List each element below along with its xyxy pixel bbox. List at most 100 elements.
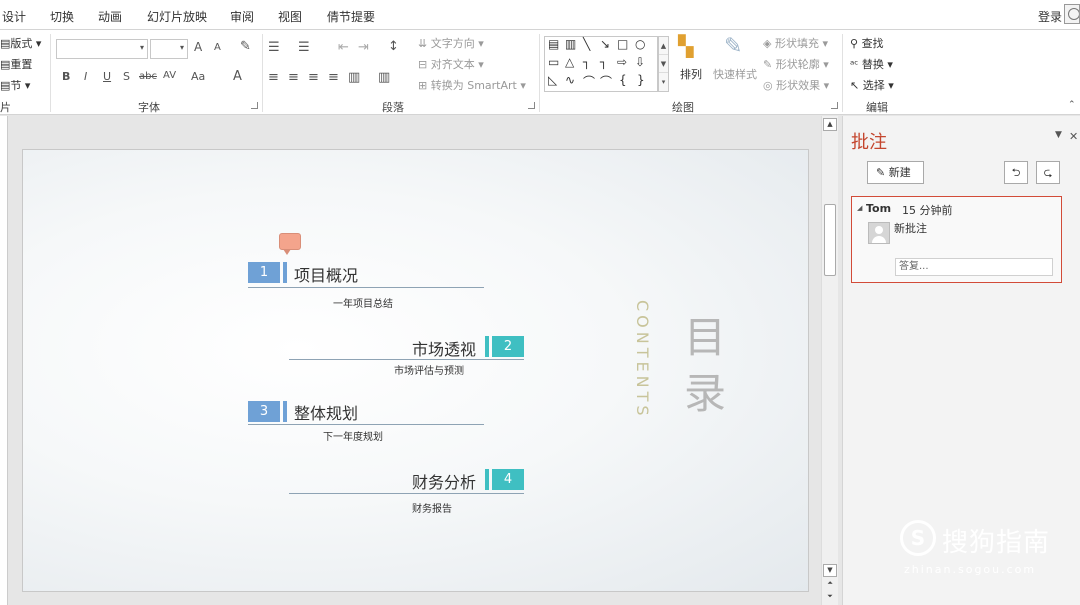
line-spacing-icon[interactable]: ↕ (388, 39, 399, 54)
arc2-shape-icon[interactable]: ⌒ (600, 73, 612, 90)
align-right-icon[interactable]: ≡ (308, 70, 319, 85)
shape-effects-button[interactable]: ◎ 形状效果 ▾ (763, 77, 829, 93)
decrease-indent-icon[interactable]: ⇤ (338, 40, 349, 55)
tab-slideshow[interactable]: 幻灯片放映 (147, 8, 207, 25)
previous-comment-icon[interactable]: ⮌ (1004, 161, 1028, 184)
watermark-url: zhinan.sogou.com (904, 563, 1037, 576)
tab-design[interactable]: 设计 (2, 8, 26, 25)
user-avatar-icon[interactable] (1064, 4, 1080, 24)
change-case-button[interactable]: Aa (191, 70, 205, 83)
select-label: 选择 (862, 79, 885, 92)
freeform-shape-icon[interactable]: ◺ (548, 73, 557, 87)
rectangle-shape-icon[interactable]: □ (617, 37, 628, 51)
comment-text[interactable]: 新批注 (894, 220, 927, 236)
align-left-icon[interactable]: ≡ (268, 70, 279, 85)
convert-smartart-button[interactable]: ⊞ 转换为 SmartArt ▾ (418, 77, 526, 93)
shape-outline-button[interactable]: ✎ 形状轮廓 ▾ (763, 56, 829, 72)
align-text-button[interactable]: ⊟ 对齐文本 ▾ (418, 56, 484, 72)
increase-indent-icon[interactable]: ⇥ (358, 40, 369, 55)
scroll-up-icon[interactable]: ▲ (823, 118, 837, 131)
paragraph-dialog-launcher-icon[interactable] (528, 102, 535, 109)
down-arrow-shape-icon[interactable]: ⇩ (635, 55, 645, 69)
scroll-thumb[interactable] (824, 204, 836, 276)
collapse-ribbon-icon[interactable]: ⌃ (1068, 100, 1076, 110)
distribute-icon[interactable]: ▥ (348, 70, 360, 85)
comment-marker-icon[interactable] (279, 233, 301, 255)
select-button[interactable]: ↖ 选择 ▾ (850, 77, 894, 93)
gallery-up-icon[interactable]: ▲ (659, 37, 668, 55)
reply-input[interactable]: 答复... (895, 258, 1053, 276)
left-brace-shape-icon[interactable]: { (619, 73, 627, 87)
gallery-more-icon[interactable]: ▾ (659, 73, 668, 91)
arrow-shape-icon[interactable]: ↘ (600, 37, 610, 51)
reset-button[interactable]: ▤重置 (0, 56, 32, 72)
shapes-gallery[interactable]: ▤ ▥ ╲ ↘ □ ○ ▭ △ ┐ ┐ ⇨ ⇩ ◺ ∿ ⌒ ⌒ { } (544, 36, 658, 92)
drawing-dialog-launcher-icon[interactable] (831, 102, 838, 109)
strikethrough-button[interactable]: abc (139, 71, 157, 82)
section-button[interactable]: ▤节 ▾ (0, 77, 30, 93)
comment-card[interactable]: ◢ Tom 15 分钟前 新批注 答复... (851, 196, 1062, 283)
item-title: 财务分析 (412, 473, 477, 492)
font-size-select[interactable]: ▾ (150, 39, 188, 59)
bullets-icon[interactable]: ☰ (268, 40, 280, 55)
font-color-button[interactable]: A (233, 69, 242, 84)
vertical-textbox-shape-icon[interactable]: ▥ (565, 37, 576, 51)
text-shadow-button[interactable]: S (123, 70, 130, 83)
thumbnail-pane-edge[interactable] (0, 116, 8, 605)
numbering-icon[interactable]: ☰ (298, 40, 310, 55)
tab-animations[interactable]: 动画 (98, 8, 122, 25)
oval-shape-icon[interactable]: ○ (635, 37, 645, 51)
new-comment-button[interactable]: ✎ 新建 (867, 161, 924, 184)
right-brace-shape-icon[interactable]: } (637, 73, 645, 87)
layout-button[interactable]: ▤版式 ▾ (0, 35, 41, 51)
login-link[interactable]: 登录 (1038, 8, 1062, 25)
next-slide-icon[interactable]: ⏷ (823, 591, 837, 604)
tab-transitions[interactable]: 切换 (50, 8, 74, 25)
elbow-arrow-shape-icon[interactable]: ┐ (600, 55, 607, 69)
close-pane-icon[interactable]: ✕ (1069, 130, 1078, 143)
tab-review[interactable]: 审阅 (230, 8, 254, 25)
gallery-down-icon[interactable]: ▼ (659, 55, 668, 73)
font-group-label: 字体 (138, 101, 160, 114)
find-button[interactable]: ⚲ 查找 (850, 35, 884, 51)
item-title: 市场透视 (412, 340, 477, 359)
shape-fill-button[interactable]: ◈ 形状填充 ▾ (763, 35, 828, 51)
scroll-down-icon[interactable]: ▼ (823, 564, 837, 577)
font-dialog-launcher-icon[interactable] (251, 102, 258, 109)
shapes-gallery-scroll[interactable]: ▲ ▼ ▾ (658, 36, 669, 92)
columns-icon[interactable]: ▥ (378, 70, 390, 85)
comment-author: Tom (866, 202, 892, 215)
replace-button[interactable]: ᵃᶜ 替换 ▾ (850, 56, 893, 72)
char-spacing-button[interactable]: AV (163, 70, 176, 81)
shrink-font-icon[interactable]: A (214, 42, 221, 53)
clear-format-icon[interactable]: ✎ (240, 39, 251, 54)
text-direction-button[interactable]: ⇊ 文字方向 ▾ (418, 35, 484, 51)
ribbon-tab-bar: 设计 切换 动画 幻灯片放映 审阅 视图 倩节提要 登录 (0, 0, 1080, 30)
bold-button[interactable]: B (62, 70, 70, 83)
triangle-shape-icon[interactable]: △ (565, 55, 574, 69)
grow-font-icon[interactable]: A (194, 40, 202, 54)
arrange-button[interactable]: 排列 (680, 66, 702, 82)
elbow-connector-shape-icon[interactable]: ┐ (583, 55, 590, 69)
underline-button[interactable]: U (103, 70, 111, 83)
pane-options-icon[interactable]: ▼ (1055, 130, 1062, 140)
slide-canvas[interactable]: 1 项目概况 一年项目总结 市场透视 2 市场评估与预测 3 整体规划 下一年度… (22, 149, 809, 592)
rounded-rect-shape-icon[interactable]: ▭ (548, 55, 559, 69)
quick-styles-button[interactable]: 快速样式 (713, 66, 757, 82)
curve-shape-icon[interactable]: ∿ (565, 73, 575, 87)
right-arrow-shape-icon[interactable]: ⇨ (617, 55, 627, 69)
font-name-select[interactable]: ▾ (56, 39, 148, 59)
align-center-icon[interactable]: ≡ (288, 70, 299, 85)
textbox-shape-icon[interactable]: ▤ (548, 37, 559, 51)
tab-view[interactable]: 视图 (278, 8, 302, 25)
prev-slide-icon[interactable]: ⏶ (823, 578, 837, 591)
italic-button[interactable]: I (84, 70, 87, 83)
vertical-scrollbar[interactable]: ▲ ▼ ⏶ ⏷ (821, 116, 838, 605)
line-shape-icon[interactable]: ╲ (583, 37, 590, 51)
tab-storyboard[interactable]: 倩节提要 (327, 8, 375, 25)
next-comment-icon[interactable]: ⮎ (1036, 161, 1060, 184)
collapse-comment-icon[interactable]: ◢ (857, 204, 862, 212)
arc-shape-icon[interactable]: ⌒ (583, 73, 595, 90)
justify-icon[interactable]: ≡ (328, 70, 339, 85)
align-text-label: 对齐文本 (430, 58, 475, 71)
